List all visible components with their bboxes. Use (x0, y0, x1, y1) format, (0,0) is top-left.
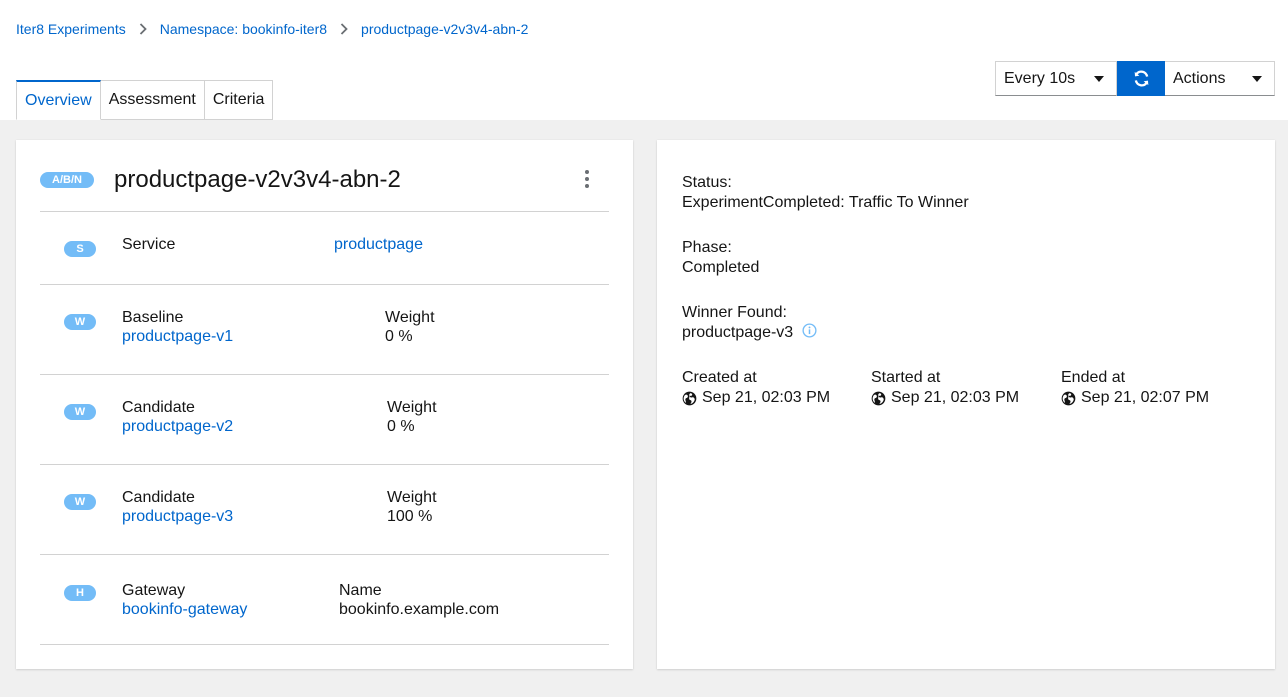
page-header: Iter8 Experiments Namespace: bookinfo-it… (0, 0, 1288, 120)
candidate-weight-value: 100 % (387, 508, 433, 525)
service-label: Service (122, 236, 176, 253)
baseline-link[interactable]: productpage-v1 (122, 328, 233, 346)
tab-criteria[interactable]: Criteria (204, 80, 274, 120)
refresh-interval-value: Every 10s (1004, 69, 1076, 87)
status-value: ExperimentCompleted: Traffic To Winner (682, 194, 969, 211)
started-label: Started at (871, 369, 941, 386)
chevron-right-icon (139, 23, 147, 35)
baseline-weight-label: Weight (385, 309, 435, 326)
breadcrumb-namespace[interactable]: Namespace: bookinfo-iter8 (160, 21, 327, 37)
phase-value: Completed (682, 259, 760, 276)
candidate-link[interactable]: productpage-v3 (122, 508, 233, 526)
candidate-label: Candidate (122, 399, 195, 416)
started-value: Sep 21, 02:03 PM (891, 389, 1020, 406)
divider (40, 284, 609, 285)
divider (40, 374, 609, 375)
divider (40, 464, 609, 465)
globe-icon (1061, 391, 1076, 405)
service-link[interactable]: productpage (334, 236, 423, 254)
breadcrumb-experiment[interactable]: productpage-v2v3v4-abn-2 (361, 21, 528, 37)
experiment-card: A/B/N productpage-v2v3v4-abn-2 S Service… (16, 140, 633, 669)
sync-icon (1134, 70, 1148, 87)
candidate-weight-label: Weight (387, 489, 437, 506)
breadcrumb: Iter8 Experiments Namespace: bookinfo-it… (16, 21, 528, 37)
status-card: Status: ExperimentCompleted: Traffic To … (657, 140, 1275, 669)
baseline-weight-value: 0 % (385, 328, 413, 345)
caret-down-icon (1252, 75, 1262, 82)
experiment-type-badge: A/B/N (40, 172, 94, 188)
info-circle-icon[interactable] (802, 323, 817, 338)
winner-label: Winner Found: (682, 304, 787, 321)
tab-overview[interactable]: Overview (16, 80, 101, 120)
actions-dropdown[interactable]: Actions (1165, 61, 1275, 96)
caret-down-icon (1094, 75, 1104, 82)
tab-assessment[interactable]: Assessment (100, 80, 205, 120)
kebab-icon[interactable] (581, 170, 593, 188)
phase-block: Phase: Completed (682, 238, 759, 278)
divider (40, 554, 609, 555)
gateway-badge: H (64, 585, 96, 601)
gateway-label: Gateway (122, 582, 186, 599)
experiment-header: A/B/N productpage-v2v3v4-abn-2 (40, 166, 401, 194)
experiment-name: productpage-v2v3v4-abn-2 (114, 166, 401, 193)
winner-block: Winner Found: productpage-v3 (682, 303, 817, 343)
ended-label: Ended at (1061, 369, 1126, 386)
ended-value: Sep 21, 02:07 PM (1081, 389, 1210, 406)
baseline-label: Baseline (122, 309, 184, 326)
candidate-badge: W (64, 404, 96, 420)
phase-label: Phase: (682, 239, 732, 256)
baseline-badge: W (64, 314, 96, 330)
candidate-label: Candidate (122, 489, 195, 506)
winner-value: productpage-v3 (682, 324, 794, 341)
service-badge: S (64, 241, 96, 257)
created-value: Sep 21, 02:03 PM (702, 389, 831, 406)
gateway-host-label: Name (339, 582, 382, 599)
globe-icon (871, 391, 886, 405)
candidate-weight-label: Weight (387, 399, 437, 416)
status-block: Status: ExperimentCompleted: Traffic To … (682, 173, 969, 213)
gateway-link[interactable]: bookinfo-gateway (122, 601, 247, 619)
toolbar: Every 10s Actions (995, 61, 1275, 96)
tab-bar: Overview Assessment Criteria (16, 80, 274, 120)
created-block: Created at Sep 21, 02:03 PM (682, 368, 830, 408)
actions-label: Actions (1173, 69, 1226, 87)
created-label: Created at (682, 369, 757, 386)
gateway-host-value: bookinfo.example.com (339, 601, 500, 618)
candidate-badge: W (64, 494, 96, 510)
ended-block: Ended at Sep 21, 02:07 PM (1061, 368, 1209, 408)
status-label: Status: (682, 174, 732, 191)
refresh-button[interactable] (1117, 61, 1165, 96)
candidate-link[interactable]: productpage-v2 (122, 418, 233, 436)
started-block: Started at Sep 21, 02:03 PM (871, 368, 1019, 408)
candidate-weight-value: 0 % (387, 418, 415, 435)
divider (40, 644, 609, 645)
refresh-interval-select[interactable]: Every 10s (995, 61, 1117, 96)
chevron-right-icon (340, 23, 348, 35)
globe-icon (682, 391, 697, 405)
breadcrumb-experiments[interactable]: Iter8 Experiments (16, 21, 126, 37)
divider (40, 211, 609, 212)
